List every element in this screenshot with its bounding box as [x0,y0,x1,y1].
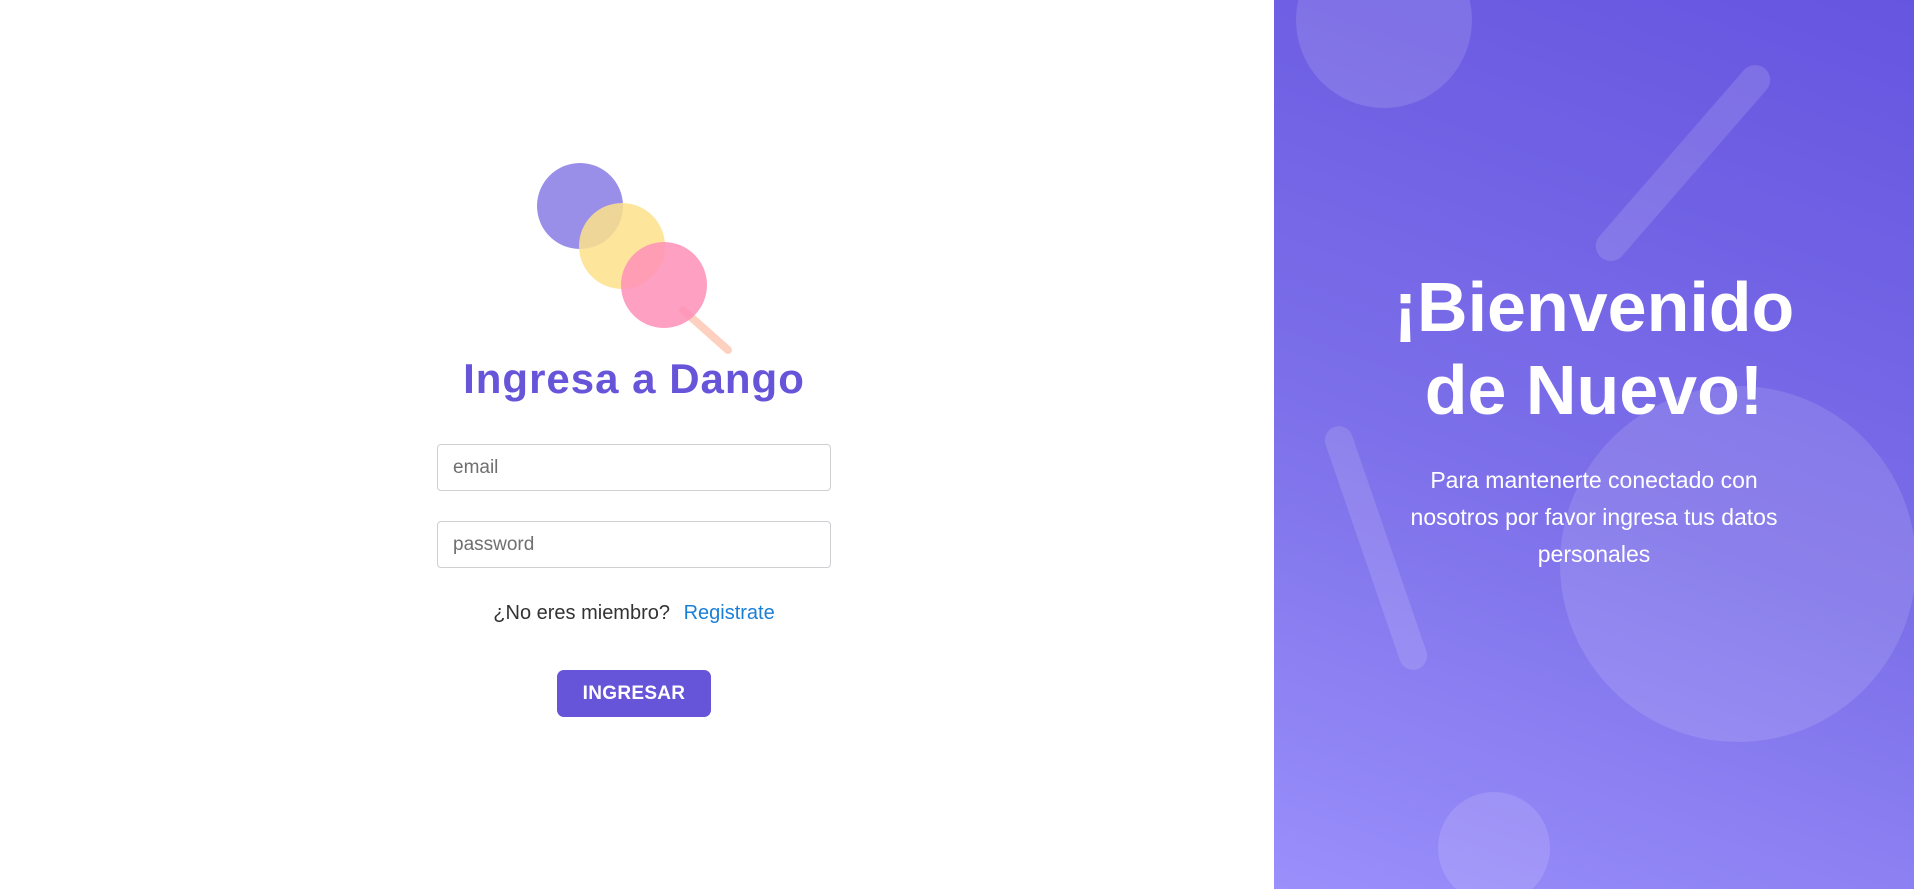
welcome-subtitle: Para mantenerte conectado con nosotros p… [1410,467,1778,567]
welcome-heading-line2: de Nuevo! [1424,351,1764,429]
welcome-panel: ¡Bienvenido de Nuevo! Para mantenerte co… [1274,0,1914,889]
register-prompt: ¿No eres miembro? Registrate [0,602,1268,625]
dango-ball-pink [621,242,707,328]
password-field[interactable] [437,521,831,568]
page-title: Ingresa a Dango [463,355,805,402]
welcome-heading: ¡Bienvenido de Nuevo! [1274,266,1914,432]
dango-logo-icon [537,163,732,354]
not-member-text: ¿No eres miembro? [493,602,670,624]
decorative-bar [1589,58,1777,268]
email-field[interactable] [437,444,831,491]
login-button[interactable]: INGRESAR [557,670,711,717]
register-link[interactable]: Registrate [684,602,775,624]
decorative-circle [1296,0,1472,108]
login-page: Ingresa a Dango ¿No eres miembro? Regist… [0,0,1914,889]
welcome-heading-line1: ¡Bienvenido [1393,268,1795,346]
login-panel: Ingresa a Dango ¿No eres miembro? Regist… [0,0,1274,889]
decorative-circle [1438,792,1550,889]
